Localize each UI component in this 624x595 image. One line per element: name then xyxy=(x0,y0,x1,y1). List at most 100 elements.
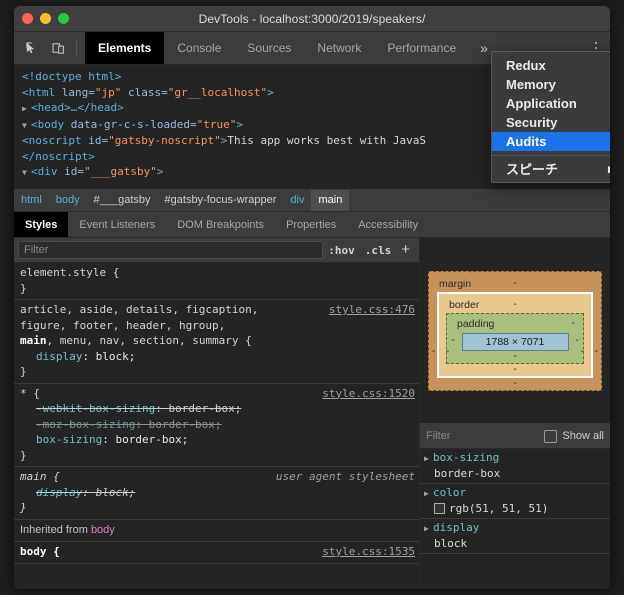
new-style-rule-button[interactable]: + xyxy=(396,241,415,260)
window-title: DevTools - localhost:3000/2019/speakers/ xyxy=(198,11,426,26)
expand-triangle-icon[interactable]: ▶ xyxy=(424,486,433,501)
css-selector[interactable]: body { xyxy=(20,544,60,560)
element-classes-button[interactable]: .cls xyxy=(360,244,397,257)
tab-sources[interactable]: Sources xyxy=(234,32,304,64)
css-rule-universal[interactable]: * { style.css:1520 -webkit-box-sizing: b… xyxy=(14,384,419,467)
css-declaration-overridden[interactable]: -webkit-box-sizing: border-box; xyxy=(14,401,419,417)
computed-filter-input[interactable]: Filter xyxy=(426,430,450,442)
expand-triangle-icon[interactable]: ▶ xyxy=(22,101,31,117)
show-all-toggle[interactable]: Show all xyxy=(544,429,604,443)
close-window-button[interactable] xyxy=(22,13,33,24)
tab-event-listeners[interactable]: Event Listeners xyxy=(68,212,166,237)
minimize-window-button[interactable] xyxy=(40,13,51,24)
css-selector-line-1[interactable]: article, aside, details, figcaption, xyxy=(20,302,258,318)
computed-row[interactable]: ▶ color rgb(51, 51, 51) xyxy=(420,484,610,519)
computed-pane: margin - border - padding - - 1788 × 707… xyxy=(420,238,610,589)
menu-item-memory[interactable]: Memory xyxy=(492,75,610,94)
breadcrumb: html body #___gatsby #gatsby-focus-wrapp… xyxy=(14,190,610,212)
tab-network[interactable]: Network xyxy=(304,32,374,64)
css-selector[interactable]: main { xyxy=(20,469,60,485)
expand-triangle-icon[interactable]: ▶ xyxy=(424,451,433,466)
breadcrumb-item-focus-wrapper[interactable]: #gatsby-focus-wrapper xyxy=(158,190,284,211)
breadcrumb-item-div[interactable]: div xyxy=(283,190,311,211)
box-model-border-bottom[interactable]: - xyxy=(439,364,591,376)
color-swatch[interactable] xyxy=(434,503,445,514)
menu-item-speech[interactable]: スピーチ ▶ xyxy=(492,160,610,179)
box-model-margin-left[interactable]: - xyxy=(432,346,435,357)
css-rule-close: } xyxy=(20,281,27,295)
breadcrumb-item-body[interactable]: body xyxy=(49,190,87,211)
box-model-margin-right[interactable]: - xyxy=(595,346,598,357)
box-model-border-left[interactable]: - xyxy=(446,346,449,357)
css-selector-line-2[interactable]: figure, footer, header, hgroup, xyxy=(14,318,419,334)
styles-filter-placeholder: Filter xyxy=(24,244,49,256)
show-all-label: Show all xyxy=(562,430,604,442)
computed-property-name[interactable]: ▶ color xyxy=(420,485,610,501)
tab-performance[interactable]: Performance xyxy=(374,32,469,64)
box-model-padding-left[interactable]: - xyxy=(447,335,459,346)
computed-property-name[interactable]: ▶ box-sizing xyxy=(420,450,610,466)
css-rule-close: } xyxy=(20,448,27,462)
tab-accessibility[interactable]: Accessibility xyxy=(347,212,429,237)
box-model-diagram[interactable]: margin - border - padding - - 1788 × 707… xyxy=(420,238,610,424)
css-rule-body[interactable]: body { style.css:1535 xyxy=(14,542,419,564)
breadcrumb-item-html[interactable]: html xyxy=(14,190,49,211)
inspect-cursor-icon[interactable] xyxy=(20,36,44,60)
css-declaration[interactable]: display: block; xyxy=(14,349,419,365)
css-source-link[interactable]: style.css:1520 xyxy=(322,386,415,402)
menu-item-security[interactable]: Security xyxy=(492,113,610,132)
menu-item-redux[interactable]: Redux xyxy=(492,56,610,75)
css-declaration[interactable]: box-sizing: border-box; xyxy=(14,432,419,448)
breadcrumb-item-main[interactable]: main xyxy=(311,190,350,211)
box-model-padding-top[interactable]: - xyxy=(572,318,583,329)
hover-state-button[interactable]: :hov xyxy=(323,244,360,257)
tab-console[interactable]: Console xyxy=(164,32,234,64)
css-rule-element-style[interactable]: element.style { } xyxy=(14,263,419,300)
more-tools-dropdown[interactable]: Redux Memory Application Security Audits… xyxy=(491,51,610,183)
computed-property-name[interactable]: ▶ display xyxy=(420,520,610,536)
devtools-window: DevTools - localhost:3000/2019/speakers/… xyxy=(14,6,610,589)
css-selector[interactable]: element.style { xyxy=(20,265,119,281)
computed-properties-list[interactable]: ▶ box-sizing border-box ▶ color rgb(51, 51… xyxy=(420,449,610,589)
css-rules-list[interactable]: element.style { } article, aside, detail… xyxy=(14,263,419,589)
box-model-margin-bottom[interactable]: - xyxy=(429,378,601,390)
tab-elements[interactable]: Elements xyxy=(85,32,165,64)
styles-filter-input[interactable]: Filter xyxy=(18,241,324,259)
css-declaration-overridden[interactable]: display: block; xyxy=(14,485,419,501)
menu-item-speech-label: スピーチ xyxy=(506,162,559,177)
submenu-arrow-icon: ▶ xyxy=(608,160,610,179)
box-model-padding-bottom[interactable]: - xyxy=(447,351,583,363)
styles-and-computed-split: Filter :hov .cls + element.style { } art… xyxy=(14,238,610,589)
box-model-border-right[interactable]: - xyxy=(581,346,584,357)
tab-styles[interactable]: Styles xyxy=(14,212,69,237)
css-selector-line-3[interactable]: main, menu, nav, section, summary { xyxy=(14,333,419,349)
css-rule-html5-block[interactable]: article, aside, details, figcaption, sty… xyxy=(14,300,419,384)
menu-item-application[interactable]: Application xyxy=(492,94,610,113)
computed-property-value: block xyxy=(434,537,468,550)
menu-item-audits[interactable]: Audits xyxy=(492,132,610,151)
breadcrumb-item-gatsby[interactable]: #___gatsby xyxy=(87,190,158,211)
css-rule-close: } xyxy=(20,365,27,378)
box-model-border[interactable]: border - padding - - 1788 × 7071 - - - xyxy=(437,291,593,378)
box-model-content-size[interactable]: 1788 × 7071 xyxy=(461,332,569,351)
tab-properties[interactable]: Properties xyxy=(275,212,347,237)
css-selector[interactable]: * { xyxy=(20,386,40,402)
css-rule-user-agent-main[interactable]: main { user agent stylesheet display: bl… xyxy=(14,467,419,520)
box-model-padding[interactable]: padding - - 1788 × 7071 - - xyxy=(446,312,584,364)
window-controls[interactable] xyxy=(22,6,69,31)
tab-dom-breakpoints[interactable]: DOM Breakpoints xyxy=(166,212,275,237)
css-source-link[interactable]: style.css:476 xyxy=(329,302,415,318)
computed-row[interactable]: ▶ display block xyxy=(420,519,610,554)
css-source-link[interactable]: style.css:1535 xyxy=(322,544,415,560)
collapse-triangle-icon[interactable]: ▼ xyxy=(22,118,31,134)
css-source-label: user agent stylesheet xyxy=(275,470,415,483)
collapse-triangle-icon[interactable]: ▼ xyxy=(22,165,31,181)
device-toggle-icon[interactable] xyxy=(46,36,70,60)
box-model-margin[interactable]: margin - border - padding - - 1788 × 707… xyxy=(428,270,602,391)
show-all-checkbox[interactable] xyxy=(544,429,558,443)
css-declaration-overridden[interactable]: -moz-box-sizing: border-box; xyxy=(14,417,419,433)
computed-row[interactable]: ▶ box-sizing border-box xyxy=(420,449,610,484)
expand-triangle-icon[interactable]: ▶ xyxy=(424,521,433,536)
box-model-padding-right[interactable]: - xyxy=(571,335,583,346)
maximize-window-button[interactable] xyxy=(58,13,69,24)
